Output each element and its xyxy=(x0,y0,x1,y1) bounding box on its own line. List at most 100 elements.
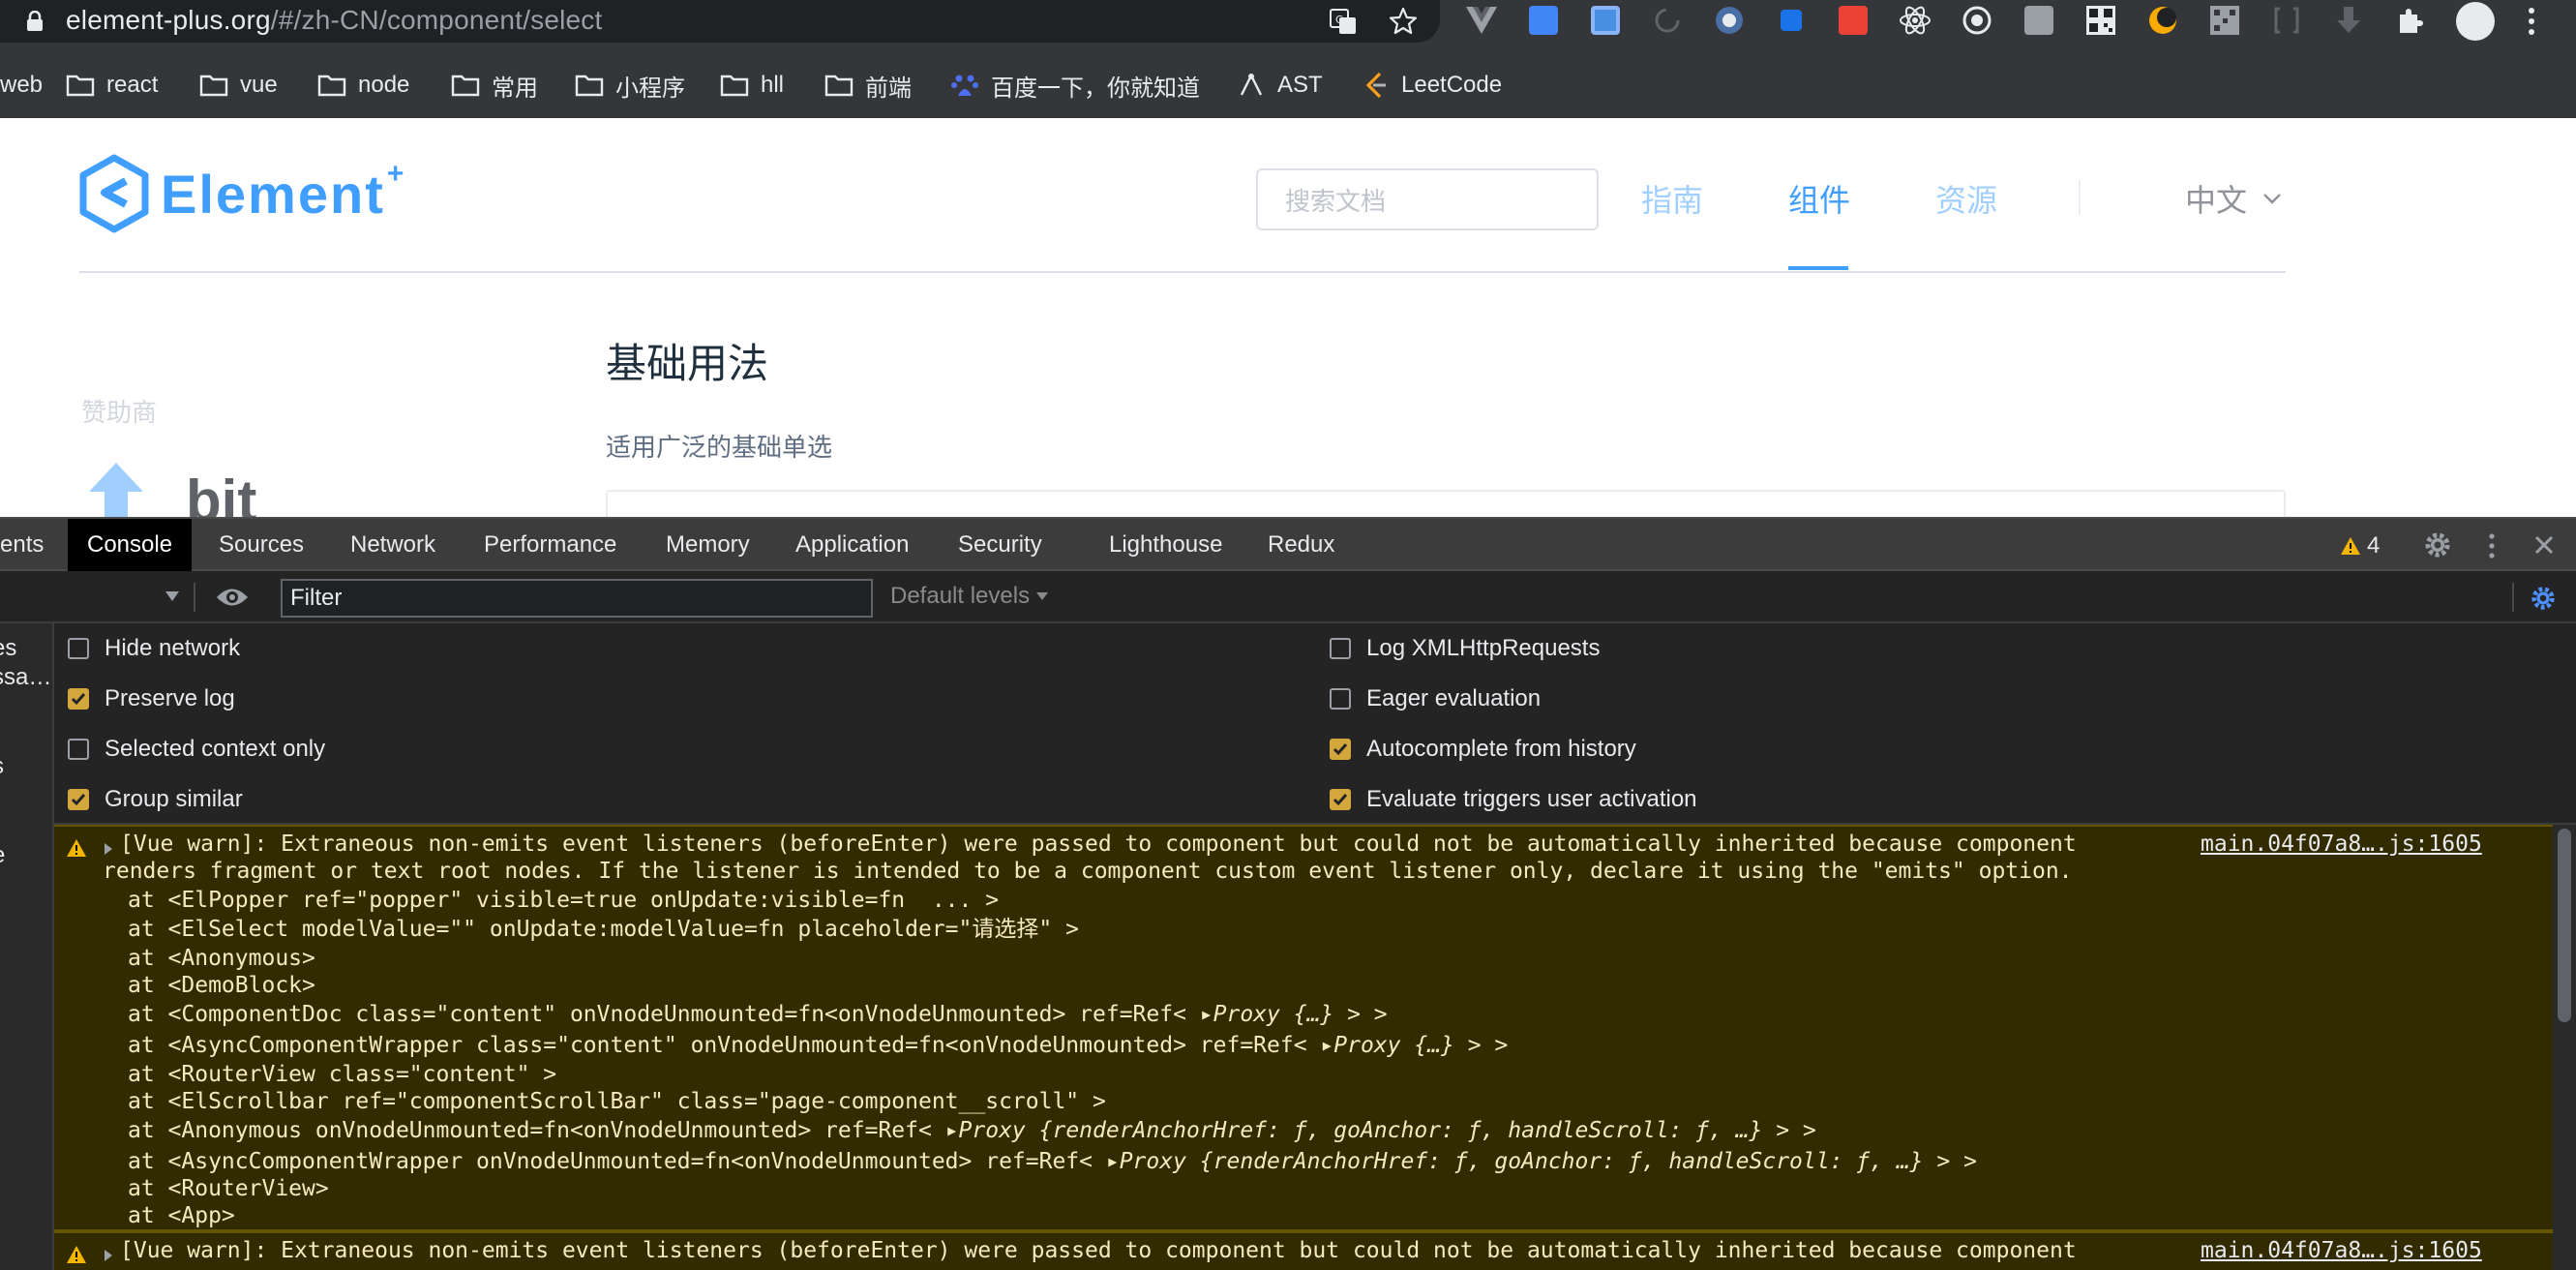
tab-sources[interactable]: Sources xyxy=(199,519,323,571)
bookmark-frontend[interactable]: 前端 xyxy=(824,64,912,106)
tab-redux[interactable]: Redux xyxy=(1248,519,1354,571)
address-bar[interactable]: element-plus.org/#/zh-CN/component/selec… xyxy=(0,0,1440,43)
settings-gear-icon[interactable] xyxy=(2423,530,2452,559)
proxy-object[interactable]: Proxy {renderAnchorHref: ƒ, goAnchor: ƒ,… xyxy=(1120,1149,1924,1174)
proxy-expand-icon[interactable]: ▸ xyxy=(1200,1002,1213,1027)
selected-context-option[interactable]: Selected context only xyxy=(68,736,325,763)
bookmark-hll[interactable]: hll xyxy=(720,64,784,106)
selected-context-checkbox[interactable] xyxy=(68,739,89,760)
toolbar-separator xyxy=(2512,583,2514,612)
eager-evaluation-checkbox[interactable] xyxy=(1330,688,1351,710)
bookmarks-bar: web react vue node 常用 小程序 hll 前端 百度一下，你就… xyxy=(0,64,2576,106)
nav-resource[interactable]: 资源 xyxy=(1935,176,1997,221)
bookmark-ast[interactable]: AST xyxy=(1237,64,1323,106)
proxy-object[interactable]: Proxy {…} xyxy=(1213,1002,1334,1027)
bookmark-react[interactable]: react xyxy=(66,64,158,106)
close-icon[interactable] xyxy=(2533,534,2555,556)
group-similar-checkbox[interactable] xyxy=(68,789,89,810)
save-ext-icon[interactable] xyxy=(1525,2,1562,39)
square-ext-icon[interactable] xyxy=(1773,2,1810,39)
nav-component[interactable]: 组件 xyxy=(1788,176,1850,221)
hide-network-checkbox[interactable] xyxy=(68,638,89,659)
download-ext-icon[interactable] xyxy=(2330,2,2367,39)
react-devtools-ext-icon[interactable] xyxy=(1897,2,1933,39)
autocomplete-option[interactable]: Autocomplete from history xyxy=(1330,736,1636,763)
nav-guide[interactable]: 指南 xyxy=(1641,176,1703,221)
proxy-expand-icon[interactable]: ▸ xyxy=(1320,1033,1333,1058)
eval-triggers-checkbox[interactable] xyxy=(1330,789,1351,810)
log-xhr-checkbox[interactable] xyxy=(1330,638,1351,659)
vue-devtools-ext-icon[interactable] xyxy=(1463,2,1500,39)
moon-ext-icon[interactable] xyxy=(2144,2,2181,39)
puzzle-icon[interactable] xyxy=(2392,2,2429,39)
lock-icon[interactable] xyxy=(25,11,45,32)
proxy-expand-icon[interactable]: ▸ xyxy=(945,1118,959,1143)
ast-ext-icon[interactable] xyxy=(2021,2,2057,39)
devtools-menu-icon[interactable] xyxy=(2487,532,2497,559)
bookmark-leetcode[interactable]: LeetCode xyxy=(1363,64,1502,106)
expand-arrow-icon[interactable] xyxy=(103,1249,114,1262)
eval-triggers-option[interactable]: Evaluate triggers user activation xyxy=(1330,786,1697,813)
bookmark-vue[interactable]: vue xyxy=(199,64,278,106)
profile-avatar[interactable] xyxy=(2456,2,2495,41)
expand-arrow-icon[interactable] xyxy=(103,842,114,856)
console-settings-gear-icon[interactable] xyxy=(2530,585,2557,612)
tab-security[interactable]: Security xyxy=(939,519,1062,571)
tab-memory[interactable]: Memory xyxy=(646,519,769,571)
tab-elements[interactable]: ents xyxy=(0,519,63,571)
qr-ext-icon[interactable] xyxy=(2082,2,2119,39)
preserve-log-checkbox[interactable] xyxy=(68,688,89,710)
tab-console[interactable]: Console xyxy=(68,519,193,571)
tab-application[interactable]: Application xyxy=(776,519,928,571)
eye-icon[interactable] xyxy=(215,585,250,610)
url-text[interactable]: element-plus.org/#/zh-CN/component/selec… xyxy=(66,3,602,38)
console-warning-message[interactable]: [Vue warn]: Extraneous non-emits event l… xyxy=(54,825,2553,1231)
tab-lighthouse[interactable]: Lighthouse xyxy=(1090,519,1242,571)
eager-evaluation-option[interactable]: Eager evaluation xyxy=(1330,685,1541,712)
hide-network-option[interactable]: Hide network xyxy=(68,635,240,662)
bookmark-web[interactable]: web xyxy=(0,64,43,106)
proxy-expand-icon[interactable]: ▸ xyxy=(1106,1149,1120,1174)
group-similar-option[interactable]: Group similar xyxy=(68,786,243,813)
element-logo[interactable]: Element + xyxy=(79,153,404,234)
context-dropdown-icon[interactable] xyxy=(165,590,180,602)
sidebar-item-verbose[interactable]: e xyxy=(0,842,5,869)
console-scrollbar[interactable] xyxy=(2553,825,2576,1270)
scrollbar-thumb[interactable] xyxy=(2558,829,2571,1022)
log-xhr-option[interactable]: Log XMLHttpRequests xyxy=(1330,635,1600,662)
autocomplete-checkbox[interactable] xyxy=(1330,739,1351,760)
bookmark-baidu[interactable]: 百度一下，你就知道 xyxy=(950,64,1200,106)
bookmark-miniprogram[interactable]: 小程序 xyxy=(575,64,685,106)
doc-search-input[interactable]: 搜索文档 xyxy=(1256,168,1599,230)
proxy-object[interactable]: Proxy {renderAnchorHref: ƒ, goAnchor: ƒ,… xyxy=(959,1118,1763,1143)
preserve-log-option[interactable]: Preserve log xyxy=(68,685,235,712)
qrcode-ext-icon[interactable] xyxy=(2206,2,2243,39)
star-icon[interactable] xyxy=(1388,6,1419,37)
sidebar-item-messages[interactable]: es xyxy=(0,635,16,662)
filter-input[interactable]: Filter xyxy=(281,579,873,618)
source-link[interactable]: main.04f07a8….js:1605 xyxy=(2201,831,2482,858)
sidebar-item-user-messages[interactable]: ssa… xyxy=(0,664,51,691)
map-ext-icon[interactable] xyxy=(1835,2,1872,39)
window-ext-icon[interactable] xyxy=(1587,2,1624,39)
bookmark-node[interactable]: node xyxy=(317,64,409,106)
sponsor-bit-logo[interactable]: bit xyxy=(83,457,296,517)
sidebar-item-errors[interactable]: s xyxy=(0,753,4,780)
menu-kebab-icon[interactable] xyxy=(2526,6,2537,37)
source-link[interactable]: main.04f07a8….js:1605 xyxy=(2201,1237,2482,1264)
proxy-object[interactable]: Proxy {…} xyxy=(1333,1033,1454,1058)
bracket-ext-icon[interactable] xyxy=(2268,2,2305,39)
circle-ext-icon[interactable] xyxy=(1711,2,1748,39)
tab-network[interactable]: Network xyxy=(331,519,455,571)
bookmark-common[interactable]: 常用 xyxy=(451,64,538,106)
console-warning-message[interactable]: [Vue warn]: Extraneous non-emits event l… xyxy=(54,1231,2553,1270)
translate-icon[interactable]: G xyxy=(1328,6,1359,37)
folder-icon xyxy=(575,75,604,97)
language-selector[interactable]: 中文 xyxy=(2185,176,2282,221)
target-ext-icon[interactable] xyxy=(1959,2,1995,39)
tab-performance[interactable]: Performance xyxy=(464,519,636,571)
warning-count-badge[interactable]: 4 xyxy=(2340,532,2380,559)
sync-ext-icon[interactable] xyxy=(1649,2,1686,39)
default-levels-dropdown[interactable]: Default levels xyxy=(890,583,1049,610)
console-toolbar: Filter Default levels xyxy=(0,571,2576,623)
